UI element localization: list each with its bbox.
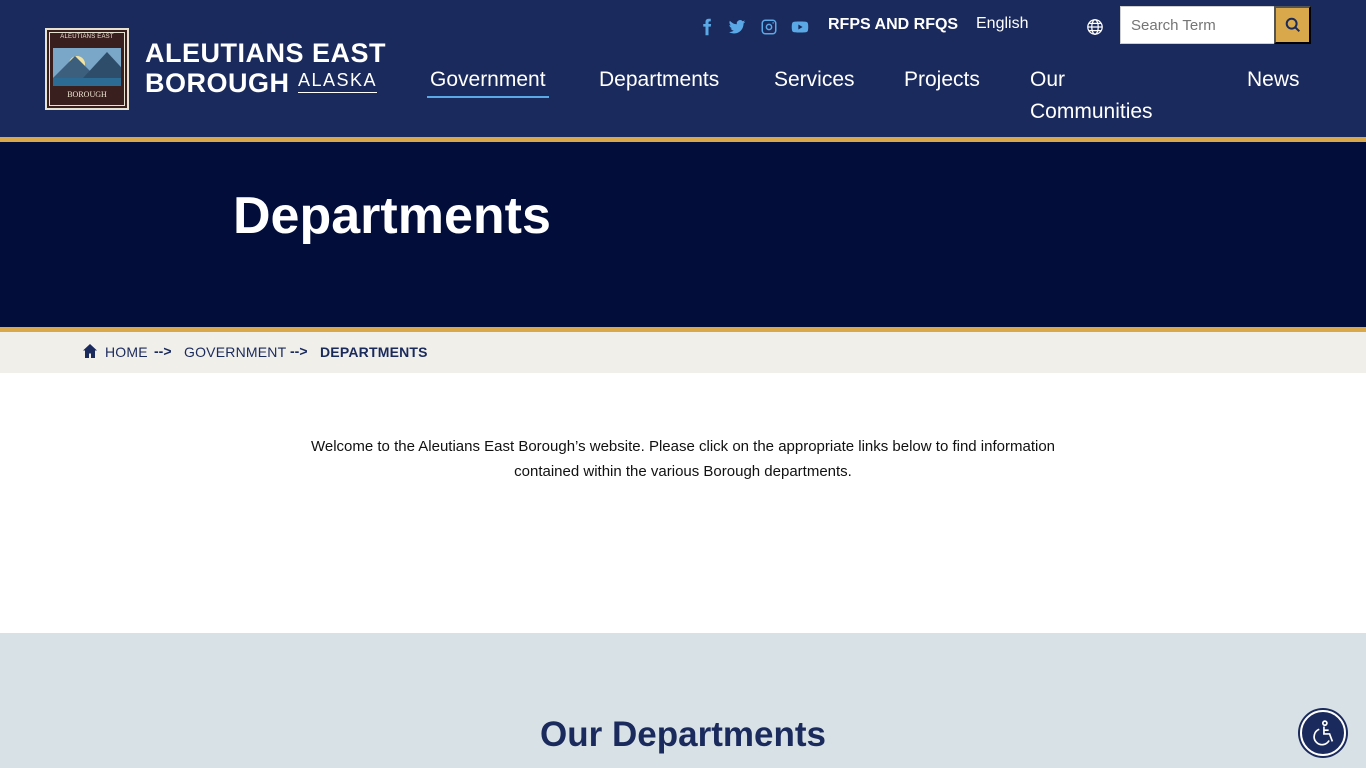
nav-item-our-communities[interactable]: Our Communities xyxy=(1030,64,1170,128)
language-select[interactable]: English xyxy=(976,15,1028,33)
nav-item-news[interactable]: News xyxy=(1247,64,1300,96)
breadcrumb-home[interactable]: HOME xyxy=(105,344,148,360)
search-input[interactable] xyxy=(1120,6,1276,44)
brand-name-line2[interactable]: BOROUGH xyxy=(145,68,290,99)
borough-logo[interactable]: ALEUTIANS EAST BOROUGH xyxy=(45,28,129,110)
brand-state: ALASKA xyxy=(298,70,378,93)
breadcrumb-arrow-icon: --> xyxy=(154,343,172,359)
breadcrumb-current: DEPARTMENTS xyxy=(320,344,428,360)
youtube-icon[interactable] xyxy=(790,16,810,38)
logo-mountain xyxy=(83,52,121,78)
rfps-link[interactable]: RFPS AND RFQS xyxy=(828,16,958,34)
accessibility-button[interactable] xyxy=(1300,710,1346,756)
search-button[interactable] xyxy=(1274,6,1311,44)
breadcrumb: HOME --> GOVERNMENT --> DEPARTMENTS xyxy=(0,332,1366,373)
instagram-icon[interactable] xyxy=(760,16,778,38)
logo-top-label: ALEUTIANS EAST xyxy=(60,34,114,40)
logo-landscape xyxy=(53,48,121,86)
nav-item-projects[interactable]: Projects xyxy=(904,64,980,96)
brand-name-line1[interactable]: ALEUTIANS EAST xyxy=(145,38,386,69)
departments-heading: Our Departments xyxy=(540,715,826,754)
twitter-icon[interactable] xyxy=(727,16,747,38)
nav-item-government[interactable]: Government xyxy=(427,64,549,98)
facebook-icon[interactable] xyxy=(698,16,716,38)
globe-icon[interactable] xyxy=(1086,18,1104,36)
breadcrumb-government[interactable]: GOVERNMENT xyxy=(184,344,286,360)
home-icon[interactable] xyxy=(82,343,98,359)
page-title: Departments xyxy=(233,187,551,245)
intro-text: Welcome to the Aleutians East Borough’s … xyxy=(310,438,1056,480)
page-hero: Departments xyxy=(0,142,1366,327)
logo-bottom-label: BOROUGH xyxy=(67,90,107,99)
accessibility-icon xyxy=(1313,720,1334,746)
nav-item-departments[interactable]: Departments xyxy=(599,64,719,96)
search-icon xyxy=(1285,17,1300,33)
breadcrumb-arrow-icon: --> xyxy=(290,343,308,359)
departments-section: Our Departments xyxy=(0,633,1366,768)
nav-item-services[interactable]: Services xyxy=(774,64,855,96)
site-header: ALEUTIANS EAST BOROUGH ALEUTIANS EAST BO… xyxy=(0,0,1366,137)
logo-water xyxy=(53,78,121,86)
